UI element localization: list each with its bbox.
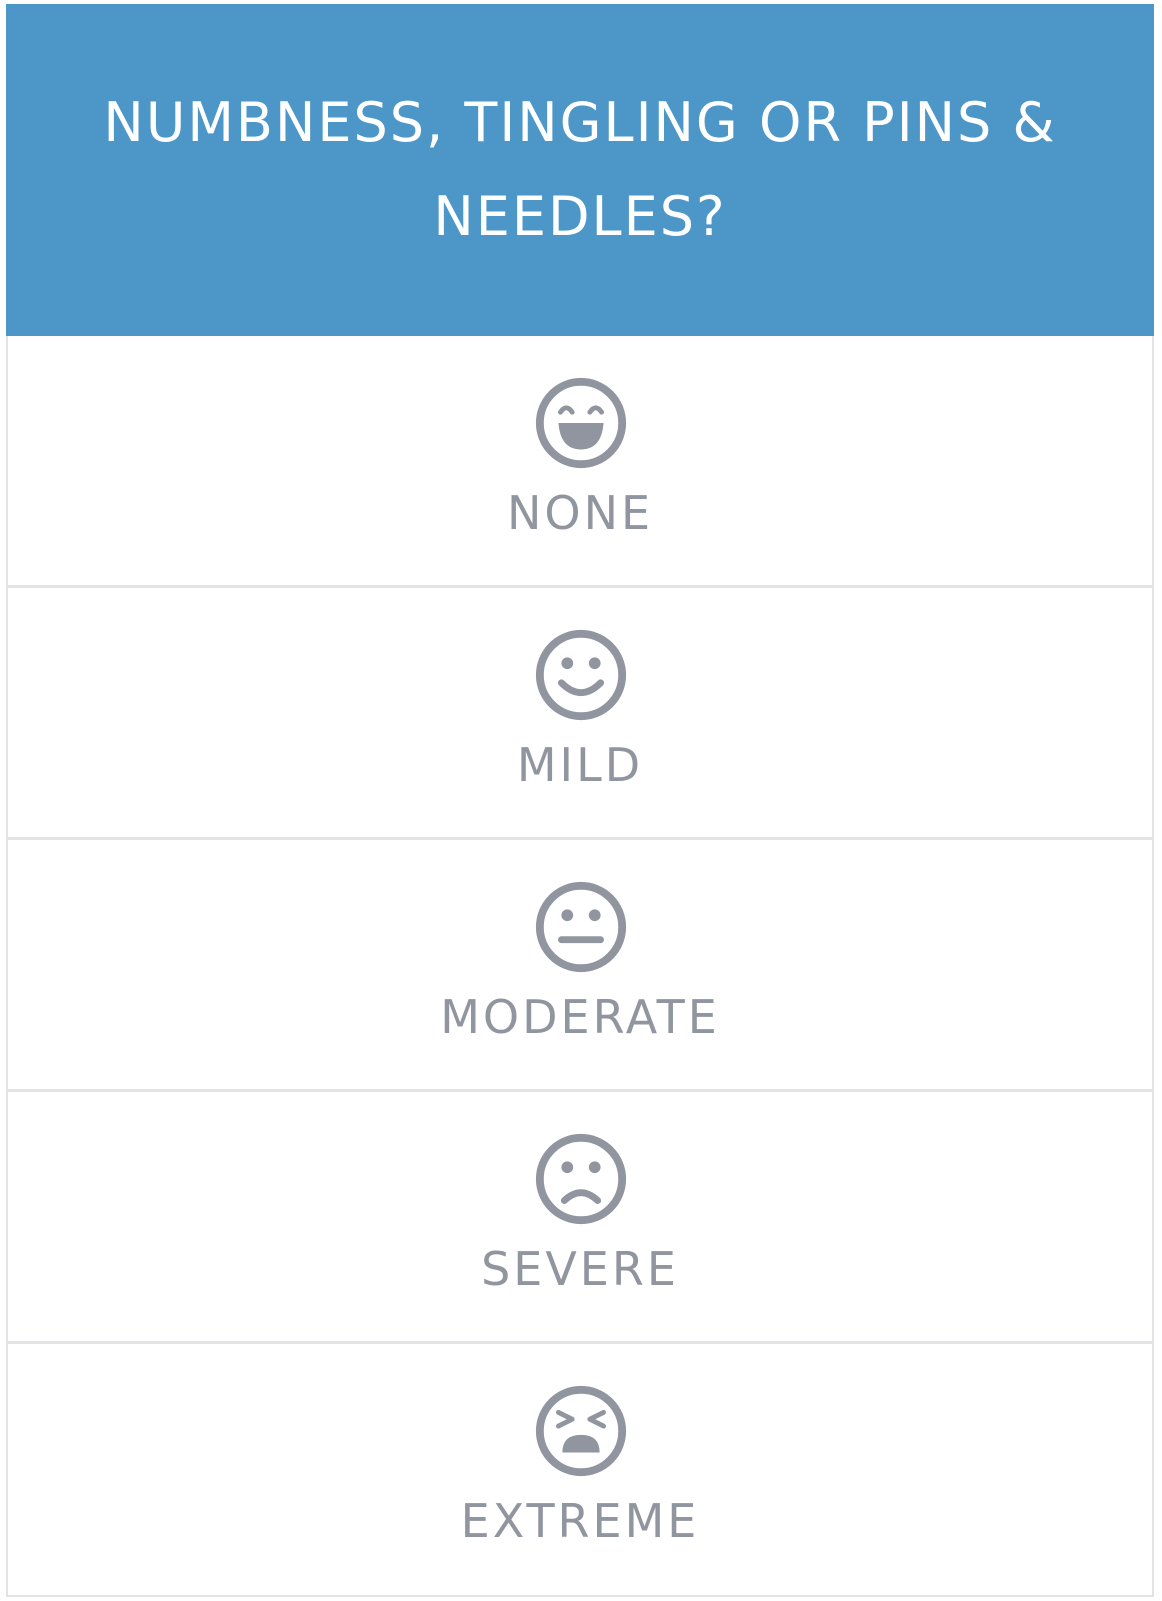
option-label: MODERATE xyxy=(440,990,720,1044)
tired-face-icon xyxy=(532,1382,630,1480)
options-list: NONE MILD MODERATE SEVERE EXTREME xyxy=(8,336,1152,1596)
option-label: SEVERE xyxy=(481,1242,679,1296)
frowning-face-icon xyxy=(532,1130,630,1228)
question-header: NUMBNESS, TINGLING OR PINS & NEEDLES? xyxy=(6,4,1154,336)
rating-card: NUMBNESS, TINGLING OR PINS & NEEDLES? NO… xyxy=(6,4,1154,1597)
option-severe[interactable]: SEVERE xyxy=(8,1092,1152,1344)
option-mild[interactable]: MILD xyxy=(8,588,1152,840)
option-label: EXTREME xyxy=(460,1494,700,1548)
option-label: MILD xyxy=(516,738,644,792)
option-label: NONE xyxy=(506,486,654,540)
neutral-face-icon xyxy=(532,878,630,976)
option-moderate[interactable]: MODERATE xyxy=(8,840,1152,1092)
option-none[interactable]: NONE xyxy=(8,336,1152,588)
smiling-face-icon xyxy=(532,626,630,724)
grinning-face-icon xyxy=(532,374,630,472)
option-extreme[interactable]: EXTREME xyxy=(8,1344,1152,1596)
question-title: NUMBNESS, TINGLING OR PINS & NEEDLES? xyxy=(103,91,1057,248)
